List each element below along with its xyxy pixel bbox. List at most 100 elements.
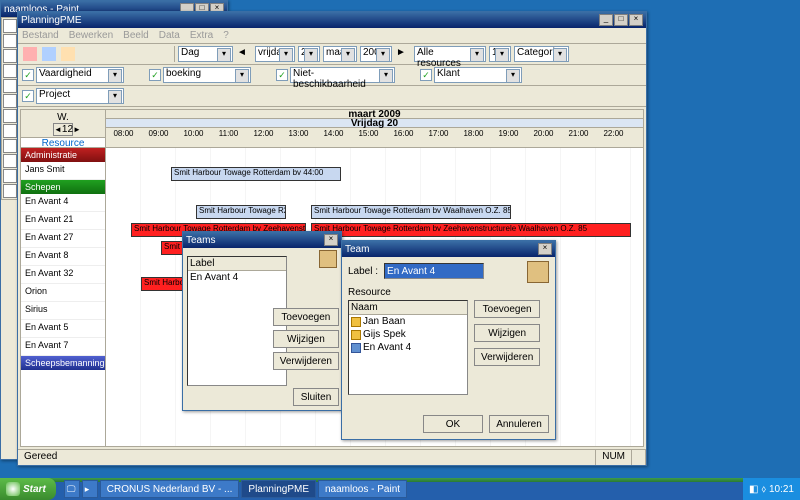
- resource-row[interactable]: Sirius: [21, 302, 105, 320]
- filter-boeking[interactable]: boeking: [163, 67, 251, 83]
- taskbar-item[interactable]: naamloos - Paint: [318, 480, 407, 498]
- list-item[interactable]: Jan Baan: [349, 315, 467, 328]
- paint-tool-icon[interactable]: [3, 154, 17, 168]
- person-icon: [351, 330, 361, 340]
- paint-tool-icon[interactable]: [3, 109, 17, 123]
- paint-tool-icon[interactable]: [3, 64, 17, 78]
- group-schepen[interactable]: Schepen: [21, 180, 105, 194]
- resource-filter-combo[interactable]: Alle resources: [414, 46, 486, 62]
- paint-tool-icon[interactable]: [3, 124, 17, 138]
- paint-tool-icon[interactable]: [3, 94, 17, 108]
- toolbar-icon[interactable]: [60, 46, 76, 62]
- teams-delete-button[interactable]: Verwijderen: [273, 352, 339, 370]
- date-year[interactable]: 2009: [360, 46, 392, 62]
- menu-item[interactable]: Beeld: [123, 30, 149, 41]
- resource-row[interactable]: En Avant 8: [21, 248, 105, 266]
- paint-tool-icon[interactable]: [3, 19, 17, 33]
- date-dow[interactable]: vrijdag: [255, 46, 295, 62]
- filter-klant[interactable]: Klant: [434, 67, 522, 83]
- menu-item[interactable]: ?: [223, 30, 229, 41]
- date-month[interactable]: maart: [323, 46, 357, 62]
- group-bemanning[interactable]: Scheepsbemanning: [21, 356, 105, 370]
- toolbar-icon[interactable]: [117, 46, 133, 62]
- view-combo[interactable]: Dag: [178, 46, 233, 62]
- paint-tool-icon[interactable]: [3, 49, 17, 63]
- taskbar-item[interactable]: CRONUS Nederland BV - ...: [100, 480, 240, 498]
- teams-edit-button[interactable]: Wijzigen: [273, 330, 339, 348]
- checkbox[interactable]: ✓: [22, 69, 34, 81]
- team-resource-list[interactable]: Naam Jan Baan Gijs Spek En Avant 4: [348, 300, 468, 395]
- menu-item[interactable]: Bewerken: [69, 30, 113, 41]
- checkbox[interactable]: ✓: [149, 69, 161, 81]
- list-item[interactable]: En Avant 4: [349, 341, 467, 354]
- list-item[interactable]: En Avant 4: [188, 271, 286, 284]
- category-combo[interactable]: Categorie: [514, 46, 569, 62]
- resource-row[interactable]: En Avant 21: [21, 212, 105, 230]
- list-item[interactable]: Gijs Spek: [349, 328, 467, 341]
- next-arrow-icon[interactable]: ►: [395, 46, 411, 62]
- resource-row[interactable]: En Avant 7: [21, 338, 105, 356]
- toolbar-icon[interactable]: [155, 46, 171, 62]
- teams-close-button[interactable]: Sluiten: [293, 388, 339, 406]
- filter-vaardigheid[interactable]: Vaardigheid: [36, 67, 124, 83]
- menu-item[interactable]: Bestand: [22, 30, 59, 41]
- resource-row[interactable]: Jans Smit: [21, 162, 105, 180]
- team-delete-button[interactable]: Verwijderen: [474, 348, 540, 366]
- tray-icon[interactable]: ⬨: [761, 484, 766, 495]
- filter-project[interactable]: Project: [36, 88, 124, 104]
- close-button[interactable]: ×: [324, 234, 338, 246]
- toolbar-icon[interactable]: [98, 46, 114, 62]
- paint-tool-icon[interactable]: [3, 139, 17, 153]
- prev-arrow-icon[interactable]: ◄: [236, 46, 252, 62]
- taskbar-item[interactable]: PlanningPME: [241, 480, 316, 498]
- appointment[interactable]: Smit Harbour Towage Rotterdam bv Zeehave…: [311, 223, 631, 237]
- team-titlebar[interactable]: Team ×: [342, 241, 555, 257]
- resource-row[interactable]: Orion: [21, 284, 105, 302]
- team-dialog: Team × Label : Resource Naam Jan Baan Gi…: [341, 240, 556, 440]
- close-button[interactable]: ×: [538, 243, 552, 255]
- team-label-input[interactable]: [384, 263, 484, 279]
- resource-row[interactable]: En Avant 32: [21, 266, 105, 284]
- checkbox[interactable]: ✓: [22, 90, 34, 102]
- teams-add-button[interactable]: Toevoegen: [273, 308, 339, 326]
- team-icon: [527, 261, 549, 283]
- quicklaunch-icon[interactable]: ▸: [82, 480, 98, 498]
- menu-item[interactable]: Extra: [190, 30, 213, 41]
- toolbar-icon[interactable]: [41, 46, 57, 62]
- system-tray[interactable]: ◧ ⬨ 10:21: [743, 478, 800, 500]
- tray-icon[interactable]: ◧: [749, 484, 758, 495]
- status-num: NUM: [596, 450, 632, 465]
- filter-nietbesch[interactable]: Niet-beschikbaarheid: [290, 67, 395, 83]
- checkbox[interactable]: ✓: [276, 69, 288, 81]
- teams-titlebar[interactable]: Teams ×: [183, 232, 341, 248]
- appointment[interactable]: Smit Harbour Towage Rotterdam bv 44:00: [171, 167, 341, 181]
- toolbar-icon[interactable]: [136, 46, 152, 62]
- paint-tool-icon[interactable]: [3, 169, 17, 183]
- maximize-button[interactable]: □: [614, 14, 628, 26]
- date-day[interactable]: 20: [298, 46, 320, 62]
- paint-tool-icon[interactable]: [3, 184, 17, 198]
- group-admin[interactable]: Administratie: [21, 148, 105, 162]
- resource-row[interactable]: En Avant 5: [21, 320, 105, 338]
- paint-tool-icon[interactable]: [3, 79, 17, 93]
- checkbox[interactable]: ✓: [420, 69, 432, 81]
- paint-tool-icon[interactable]: [3, 34, 17, 48]
- team-ok-button[interactable]: OK: [423, 415, 483, 433]
- start-button[interactable]: Start: [0, 478, 56, 500]
- toolbar-icon[interactable]: [79, 46, 95, 62]
- main-titlebar[interactable]: PlanningPME _ □ ×: [18, 12, 646, 28]
- appointment[interactable]: Smit Harbour Towage R2: [196, 205, 286, 219]
- team-add-button[interactable]: Toevoegen: [474, 300, 540, 318]
- menu-item[interactable]: Data: [159, 30, 180, 41]
- close-button[interactable]: ×: [629, 14, 643, 26]
- team-cancel-button[interactable]: Annuleren: [489, 415, 549, 433]
- main-title: PlanningPME: [21, 15, 599, 26]
- resource-row[interactable]: En Avant 27: [21, 230, 105, 248]
- toolbar-icon[interactable]: [22, 46, 38, 62]
- num-combo[interactable]: 14: [489, 46, 511, 62]
- team-edit-button[interactable]: Wijzigen: [474, 324, 540, 342]
- minimize-button[interactable]: _: [599, 14, 613, 26]
- resource-row[interactable]: En Avant 4: [21, 194, 105, 212]
- appointment[interactable]: Smit Harbour Towage Rotterdam bv Waalhav…: [311, 205, 511, 219]
- quicklaunch-icon[interactable]: 🖵: [64, 480, 80, 498]
